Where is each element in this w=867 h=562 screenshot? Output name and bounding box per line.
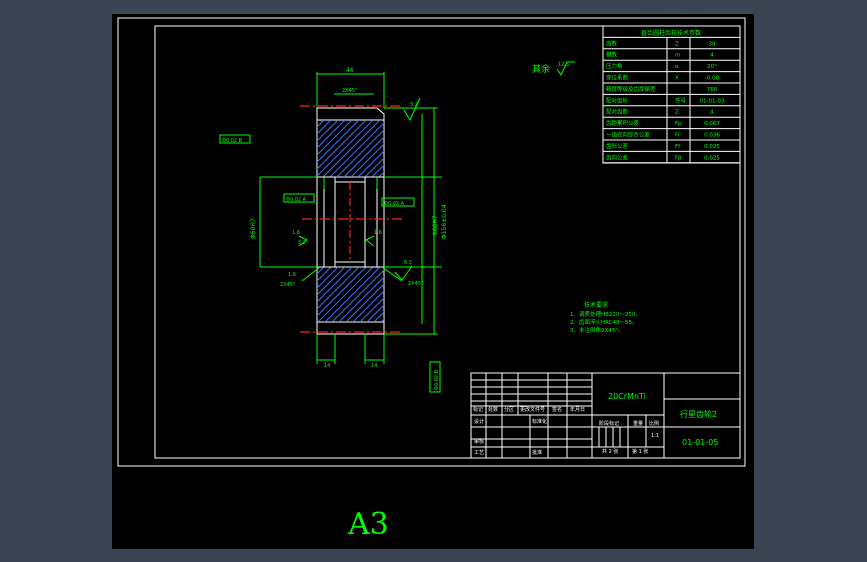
svg-text:1.6: 1.6	[374, 230, 382, 236]
tb-standardization: 标准化	[532, 418, 547, 425]
tb-part-name: 行星齿轮2	[680, 409, 717, 419]
param-row-value: -0.08	[705, 76, 720, 82]
tb-material: 20CrMnTi	[608, 392, 646, 401]
tb-header-mark: 标记	[473, 406, 483, 413]
param-row-name: 齿向公差	[606, 153, 629, 161]
svg-text:Φ0.02 B: Φ0.02 B	[222, 138, 243, 144]
tb-header-zone: 分区	[504, 406, 514, 413]
dim-small-b: 3.2	[298, 240, 306, 246]
param-row-symbol: Ff	[675, 144, 681, 150]
remaining-roughness-value: 12.5	[558, 62, 569, 68]
tb-sheet-no: 第 1 张	[632, 448, 648, 455]
tb-drawing-no: 01-01-05	[682, 438, 718, 447]
roughness-symbol-a: 3.2	[403, 97, 421, 122]
param-row-value: 20°	[707, 64, 717, 70]
param-row-symbol: X	[675, 76, 679, 82]
param-row-value: 0.067	[704, 121, 720, 127]
param-row-symbol: m	[675, 53, 680, 59]
tolerance-frame-b: Φ0.02 A	[283, 193, 315, 203]
cad-viewport[interactable]: 直齿圆柱齿轮技术参数 齿数 Z 38 模数 m 4 压力角 α 20° 变位系数 X -0.08 精度等…	[112, 14, 754, 549]
tech-note-1: 1、调质处理HB220～250。	[570, 310, 641, 318]
param-row-symbol: α	[675, 64, 679, 70]
param-row-value: 4	[710, 110, 714, 116]
drawing-canvas: 直齿圆柱齿轮技术参数 齿数 Z 38 模数 m 4 压力角 α 20° 变位系数 X -0.08 精度等…	[117, 17, 746, 467]
remaining-label: 其余	[532, 63, 550, 75]
tb-approve: 批准	[532, 449, 542, 456]
tech-note-3: 3、未注倒角2X45°。	[570, 326, 624, 334]
tb-stage: 阶段标记	[599, 420, 619, 427]
tb-weight: 重量	[633, 420, 643, 427]
param-row-value: 01-01-03	[700, 98, 725, 104]
param-row-value: 4	[710, 53, 714, 59]
tb-header-date: 年月日	[570, 406, 585, 413]
dim-gear-diameter: Φ156±0.04	[441, 204, 448, 239]
param-row-symbol: Z	[675, 41, 679, 47]
param-row-value: 0.036	[704, 133, 720, 139]
param-row-value: 0.025	[704, 144, 720, 150]
param-row-name: 变位系数	[606, 74, 629, 82]
param-row-name: 一齿径向综合公差	[606, 131, 651, 139]
hatch-bottom	[317, 267, 384, 322]
tb-scale-label: 比例	[649, 420, 659, 427]
dimension-lines: 46 2X45° Φ156±0.04 Φ60H7 Φ60H7 14 14 2X4…	[250, 67, 448, 369]
tb-role-review: 审核	[474, 438, 484, 445]
tech-notes-title: 技术要求	[584, 301, 608, 309]
tb-header-docno: 更改文件号	[520, 406, 545, 413]
param-row-symbol: Fi″	[675, 133, 681, 139]
svg-text:3.2: 3.2	[410, 102, 418, 108]
param-row-value: 766	[707, 87, 718, 93]
param-row-name: 配对齿数	[606, 108, 629, 116]
tolerance-frame-c: Φ0.02 A	[381, 197, 415, 207]
tb-role-process: 工艺	[474, 450, 484, 456]
svg-text:1.6: 1.6	[292, 230, 300, 236]
svg-text:Φ0.02 A: Φ0.02 A	[286, 197, 307, 203]
tb-header-count: 处数	[488, 406, 498, 413]
svg-text:Φ0.02 B: Φ0.02 B	[434, 369, 440, 390]
dim-chamfer-right: 2X45°	[408, 281, 424, 287]
param-row-symbol: 件号	[675, 96, 687, 104]
dim-bore-right: Φ60H7	[432, 215, 439, 236]
tolerance-frame-a: Φ0.02 B	[219, 134, 251, 144]
param-row-symbol: Fβ	[675, 155, 682, 161]
param-row-symbol: Z	[675, 110, 679, 116]
dim-chamfer-left: 2X45°	[280, 282, 296, 288]
roughness-symbol-d: 6.3	[394, 260, 413, 281]
sheet-outer-border	[117, 17, 746, 467]
hatch-top	[317, 120, 384, 177]
tech-note-2: 2、齿面淬火HRC48～55。	[570, 318, 638, 326]
dim-small-a: 1.6	[288, 272, 296, 278]
tolerance-frame-d: Φ0.02 B	[429, 361, 441, 393]
roughness-symbol-remaining: 12.5	[556, 61, 575, 77]
tb-header-sign: 签名	[552, 406, 562, 413]
tb-sheets: 共 2 张	[602, 448, 618, 455]
sheet-size-label: A3	[348, 507, 389, 542]
dim-chamfer-top: 2X45°	[342, 88, 358, 94]
dim-bottom-right: 14	[371, 363, 377, 369]
param-row-name: 齿距累积公差	[606, 119, 640, 127]
svg-text:6.3: 6.3	[404, 260, 412, 266]
param-row-name: 齿形公差	[606, 142, 629, 150]
param-row-symbol: Fp	[675, 121, 682, 127]
param-table-title: 直齿圆柱齿轮技术参数	[641, 29, 701, 37]
param-row-name: 齿数	[606, 39, 618, 47]
title-block[interactable]: 20CrMnTi 行星齿轮2 01-01-05 标记 处数 分区 更改文件号 签…	[470, 372, 741, 459]
param-row-value: 38	[709, 41, 716, 47]
param-row-name: 压力角	[606, 62, 623, 70]
dim-bottom-left: 14	[324, 363, 330, 369]
dim-bore-left: Φ60H7	[250, 218, 257, 239]
param-row-value: 0.025	[704, 155, 720, 161]
param-row-name: 配对齿轮	[606, 96, 629, 104]
tb-scale: 1:1	[651, 433, 659, 439]
roughness-symbol-c: 1.6	[365, 230, 382, 247]
parameter-table[interactable]: 直齿圆柱齿轮技术参数 齿数 Z 38 模数 m 4 压力角 α 20° 变位系数 X -0.08 精度等…	[602, 25, 741, 164]
dim-top-width: 46	[346, 67, 354, 74]
tb-role-design: 设计	[474, 418, 484, 425]
param-row-name: 精度等级及齿厚偏差	[606, 85, 656, 93]
param-row-name: 模数	[606, 51, 618, 59]
technical-notes: 技术要求 1、调质处理HB220～250。 2、齿面淬火HRC48～55。 3、…	[570, 301, 641, 334]
svg-text:Φ0.02 A: Φ0.02 A	[384, 201, 405, 207]
